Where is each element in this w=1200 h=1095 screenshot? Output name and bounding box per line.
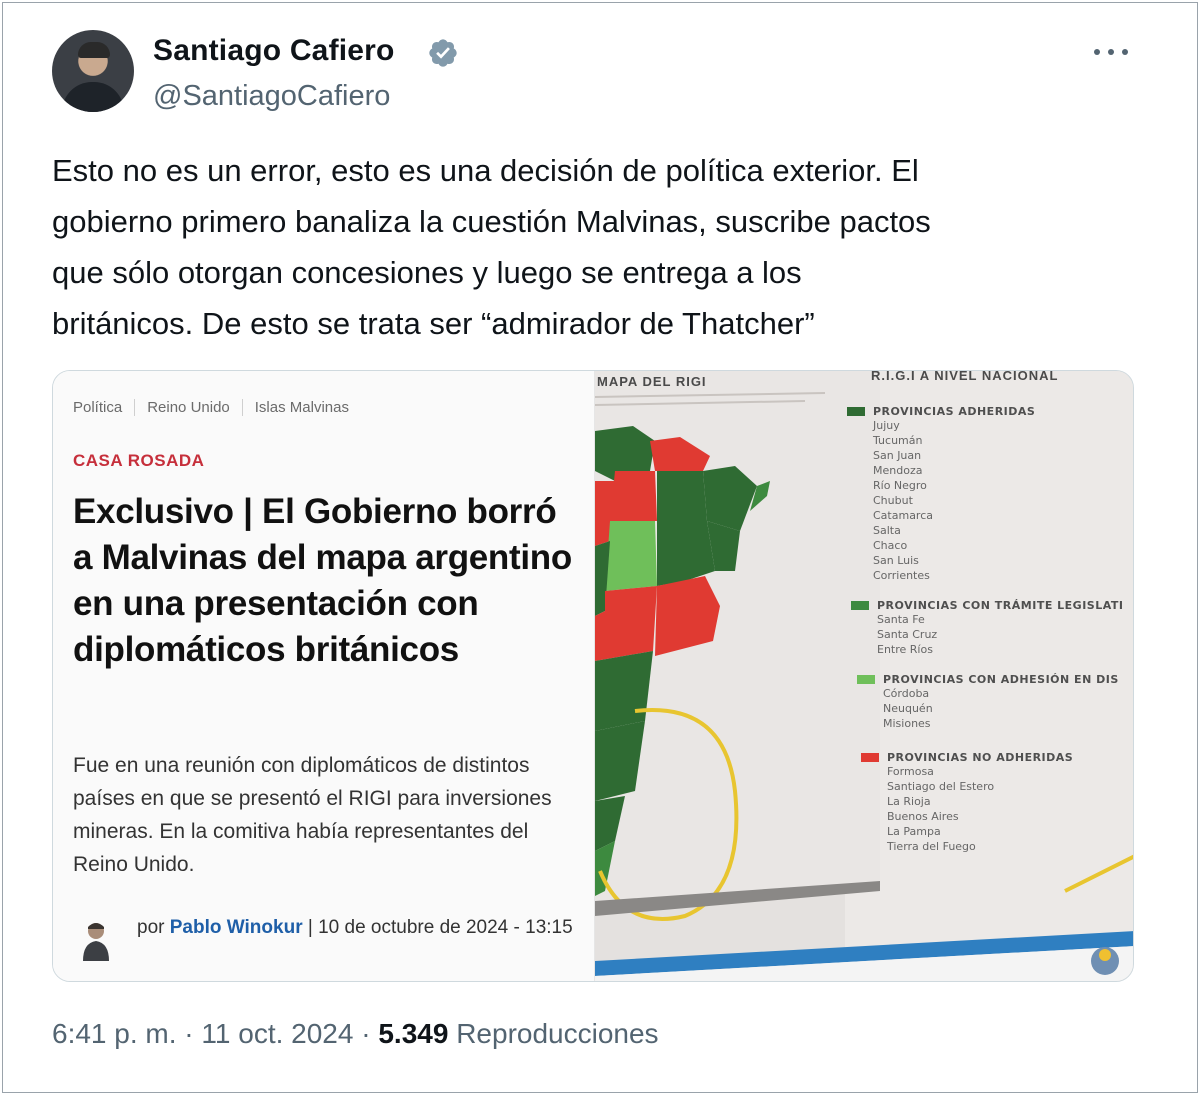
breadcrumb-item: Islas Malvinas bbox=[241, 399, 361, 416]
verified-badge-icon bbox=[429, 39, 457, 67]
meta-separator: · bbox=[353, 1018, 379, 1049]
more-dot bbox=[1108, 49, 1114, 55]
section-tag: CASA ROSADA bbox=[73, 451, 205, 470]
more-dot bbox=[1094, 49, 1100, 55]
more-dot bbox=[1122, 49, 1128, 55]
handle[interactable]: @SantiagoCafiero bbox=[153, 80, 390, 113]
legend-item: Catamarca bbox=[873, 509, 934, 522]
legend-group-adheridas: PROVINCIAS ADHERIDAS Jujuy Tucumán San J… bbox=[847, 405, 1035, 583]
legend-item: Neuquén bbox=[883, 702, 933, 715]
legend-item: Jujuy bbox=[873, 419, 900, 432]
legend-item: San Luis bbox=[873, 554, 919, 567]
byline-date: | 10 de octubre de 2024 - 13:15 bbox=[302, 917, 573, 938]
legend-item: Formosa bbox=[887, 765, 934, 778]
legend-item: Corrientes bbox=[873, 569, 930, 582]
legend-item: Santa Cruz bbox=[877, 628, 938, 641]
legend-group-tramite: PROVINCIAS CON TRÁMITE LEGISLATI Santa F… bbox=[851, 599, 1124, 657]
legend-title-text: PROVINCIAS ADHERIDAS bbox=[873, 405, 1036, 418]
tweet-date[interactable]: 11 oct. 2024 bbox=[201, 1018, 353, 1050]
legend-item: Santa Fe bbox=[877, 613, 925, 626]
legend-item: Buenos Aires bbox=[887, 810, 959, 823]
legend-item: Mendoza bbox=[873, 464, 923, 477]
legend-head: PROVINCIAS CON TRÁMITE LEGISLATI bbox=[851, 599, 1124, 612]
breadcrumb-item: Reino Unido bbox=[134, 399, 242, 416]
legend-group-no-adheridas: PROVINCIAS NO ADHERIDAS Formosa Santiago… bbox=[861, 751, 1073, 854]
legend-swatch bbox=[857, 675, 875, 684]
views-count: 5.349 bbox=[378, 1018, 449, 1049]
tweet-text: Esto no es un error, esto es una decisió… bbox=[52, 153, 931, 341]
author-name: Pablo Winokur bbox=[169, 917, 303, 938]
legend-item: San Juan bbox=[873, 449, 922, 462]
display-name[interactable]: Santiago Cafiero bbox=[153, 34, 395, 68]
legend-item: Chaco bbox=[873, 539, 908, 552]
meta-separator: · bbox=[176, 1018, 202, 1049]
article-headline: Exclusivo | El Gobierno borró a Malvinas… bbox=[73, 492, 572, 669]
legend-item: Santiago del Estero bbox=[887, 780, 995, 793]
legend-group-adhesion-discusion: PROVINCIAS CON ADHESIÓN EN DIS Córdoba N… bbox=[857, 673, 1119, 731]
legend-head: PROVINCIAS NO ADHERIDAS bbox=[861, 751, 1073, 764]
legend-item: Misiones bbox=[883, 717, 931, 730]
legend-item: Entre Ríos bbox=[877, 643, 933, 656]
legend-item: Tierra del Fuego bbox=[887, 840, 976, 853]
byline-prefix: por bbox=[137, 917, 170, 938]
legend-swatch bbox=[847, 407, 865, 416]
map-photo: MAPA DEL RIGI R.I.G.I A NIVEL NACIONAL P… bbox=[595, 371, 1133, 981]
avatar[interactable] bbox=[52, 30, 134, 112]
breadcrumb-item: Política bbox=[73, 399, 123, 416]
breadcrumb: Política Reino Unido Islas Malvinas bbox=[73, 399, 361, 416]
legend-title: R.I.G.I A NIVEL NACIONAL bbox=[871, 371, 1059, 383]
tweet-time[interactable]: 6:41 p. m. bbox=[52, 1018, 177, 1050]
map-title: MAPA DEL RIGI bbox=[597, 374, 707, 389]
avatar-suit bbox=[62, 82, 124, 112]
legend-swatch bbox=[861, 753, 879, 762]
more-horizontal-icon[interactable] bbox=[1094, 40, 1128, 64]
avatar-hair bbox=[78, 42, 110, 58]
legend-title-text: PROVINCIAS CON ADHESIÓN EN DIS bbox=[883, 673, 1119, 686]
legend-item: Salta bbox=[873, 524, 901, 537]
tweet-meta: 6:41 p. m. · 11 oct. 2024 · 5.349 Reprod… bbox=[52, 1018, 659, 1050]
legend-item: Río Negro bbox=[873, 479, 927, 492]
views-label: Reproducciones bbox=[448, 1018, 659, 1049]
legend-title-text: PROVINCIAS CON TRÁMITE LEGISLATI bbox=[877, 599, 1124, 612]
legend-item: Tucumán bbox=[873, 434, 923, 447]
article-byline: por Pablo Winokur | 10 de octubre de 202… bbox=[137, 911, 587, 944]
media-card[interactable]: Política Reino Unido Islas Malvinas CASA… bbox=[52, 370, 1134, 982]
article-screenshot: Política Reino Unido Islas Malvinas CASA… bbox=[53, 371, 595, 981]
article-lede: Fue en una reunión con diplomáticos de d… bbox=[73, 754, 552, 876]
legend-item: Córdoba bbox=[883, 687, 930, 700]
legend-title-text: PROVINCIAS NO ADHERIDAS bbox=[887, 751, 1074, 764]
legend-head: PROVINCIAS CON ADHESIÓN EN DIS bbox=[857, 673, 1119, 686]
legend-item: La Rioja bbox=[887, 795, 931, 808]
legend-item: Chubut bbox=[873, 494, 913, 507]
legend-item: La Pampa bbox=[887, 825, 941, 838]
legend-swatch bbox=[851, 601, 869, 610]
legend-head: PROVINCIAS ADHERIDAS bbox=[847, 405, 1035, 418]
author-avatar bbox=[83, 923, 109, 961]
